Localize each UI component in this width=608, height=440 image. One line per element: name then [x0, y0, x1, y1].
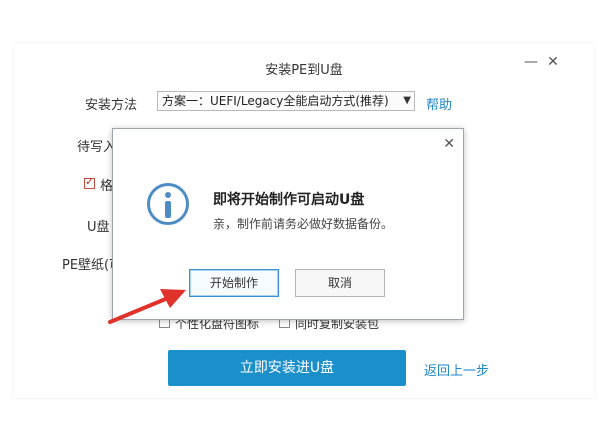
install-method-label: 安装方法 — [85, 98, 138, 113]
start-making-button[interactable]: 开始制作 — [189, 269, 279, 297]
window-title: 安装PE到U盘 — [265, 63, 343, 78]
back-link[interactable]: 返回上一步 — [424, 360, 489, 379]
confirm-dialog: ✕ 即将开始制作可启动U盘 亲，制作前请务必做好数据备份。 开始制作 取消 — [112, 128, 464, 320]
chevron-down-icon: ▼ — [403, 95, 411, 106]
write-target-label: 待写入 — [77, 140, 117, 155]
info-icon — [147, 183, 189, 225]
dialog-title: 即将开始制作可启动U盘 — [213, 192, 365, 208]
cancel-button[interactable]: 取消 — [295, 269, 385, 297]
dialog-close-icon[interactable]: ✕ — [443, 137, 455, 151]
dialog-message: 亲，制作前请务必做好数据备份。 — [213, 217, 394, 231]
install-to-udisk-button[interactable]: 立即安装进U盘 — [168, 350, 406, 386]
install-method-select[interactable]: 方案一：UEFI/Legacy全能启动方式(推荐) ▼ — [157, 91, 415, 111]
udisk-label: U盘 — [87, 220, 110, 235]
install-method-value: 方案一：UEFI/Legacy全能启动方式(推荐) — [162, 94, 389, 108]
help-link[interactable]: 帮助 — [426, 94, 452, 113]
minimize-button[interactable]: — — [522, 53, 540, 71]
format-checkbox[interactable] — [84, 175, 95, 189]
close-button[interactable]: ✕ — [544, 53, 562, 71]
